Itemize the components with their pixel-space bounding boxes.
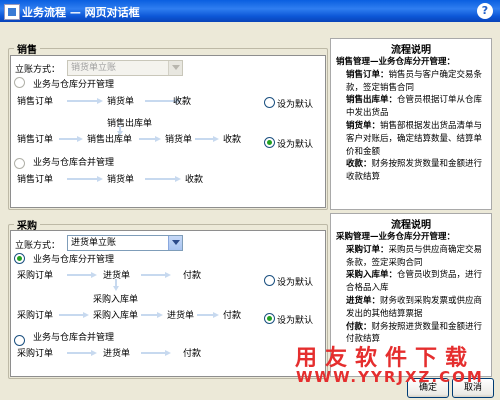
purchase-info-item: 采购订单：采购员与供应商确定交易条款，签定采购合同 [346, 244, 483, 268]
sales-flow1-invoice[interactable]: 销货单 [107, 94, 134, 107]
purchase-separate-radio[interactable] [14, 253, 25, 264]
chevron-down-icon [172, 240, 180, 245]
arrow-right-icon [59, 312, 89, 318]
purchase-flow-panel: 立账方式： 进货单立账 业务与仓库分开管理 采购订单 进货单 付款 设为默认 采… [10, 230, 326, 377]
sales-separate-label: 业务与仓库分开管理 [33, 80, 115, 90]
sales-flow3-order[interactable]: 销售订单 [17, 172, 53, 185]
purchase-info-item: 采购入库单：仓管员收到货品，进行合格品入库 [346, 270, 483, 294]
sales-flow2-outbound-top[interactable]: 销售出库单 [107, 116, 152, 129]
sales-info-heading: 销售管理—业务仓库分开管理： [336, 57, 456, 67]
arrow-right-icon [197, 312, 219, 318]
help-icon[interactable]: ? [477, 3, 493, 19]
purchase-separate-label: 业务与仓库分开管理 [33, 255, 115, 265]
purchase-flow3-order[interactable]: 采购订单 [17, 346, 53, 359]
purchase-flow2-inbound-top[interactable]: 采购入库单 [93, 292, 138, 305]
arrow-right-icon [67, 176, 103, 182]
purchase-flow2-inbound[interactable]: 采购入库单 [93, 308, 138, 321]
arrow-right-icon [141, 350, 171, 356]
sales-info-item: 收款：财务按照发货数量和金额进行收款结算 [346, 159, 483, 183]
window-title: 业务流程 — 网页对话框 [22, 6, 140, 19]
sales-flow2-order[interactable]: 销售订单 [17, 132, 53, 145]
purchase-flow1-order[interactable]: 采购订单 [17, 268, 53, 281]
sales-flow1-default-radio[interactable] [264, 97, 275, 108]
sales-flow3-receipt[interactable]: 收款 [185, 172, 203, 185]
title-bar: 业务流程 — 网页对话框 ? [0, 0, 500, 22]
sales-info-title: 流程说明 [391, 45, 431, 56]
arrow-right-icon [59, 136, 83, 142]
purchase-info-body: 采购管理—业务仓库分开管理： 采购订单：采购员与供应商确定交易条款，签定采购合同… [336, 231, 487, 346]
sales-flow2-invoice[interactable]: 销货单 [165, 132, 192, 145]
arrow-right-icon [67, 272, 97, 278]
sales-flow2-default-label: 设为默认 [277, 140, 314, 150]
purchase-flow2-default-label: 设为默认 [277, 316, 314, 326]
sales-flow1-order[interactable]: 销售订单 [17, 94, 53, 107]
sales-mode-value: 销货单立账 [71, 63, 117, 73]
sales-flow2-receipt[interactable]: 收款 [223, 132, 241, 145]
purchase-flow3-receiving[interactable]: 进货单 [103, 346, 130, 359]
sales-info-body: 销售管理—业务仓库分开管理： 销售订单：销售员与客户确定交易条款，签定销售合同 … [336, 56, 487, 184]
sales-mode-select: 销货单立账 [67, 60, 183, 76]
sales-mode-label: 立账方式： [15, 65, 61, 75]
arrow-right-icon [145, 176, 181, 182]
sales-mode-dropdown-button [168, 61, 182, 75]
purchase-flow1-default-label: 设为默认 [277, 278, 314, 288]
arrow-right-icon [67, 350, 97, 356]
purchase-flow2-receiving[interactable]: 进货单 [167, 308, 194, 321]
purchase-flow2-payment[interactable]: 付款 [223, 308, 241, 321]
watermark-url: WWW.YYRJXZ.COM [296, 368, 484, 386]
purchase-merged-radio[interactable] [14, 335, 25, 346]
purchase-flow2-default-radio[interactable] [264, 313, 275, 324]
purchase-info-title: 流程说明 [391, 220, 431, 231]
purchase-flow1-payment[interactable]: 付款 [183, 268, 201, 281]
arrow-right-icon [139, 136, 161, 142]
sales-group-title: 销售 [14, 41, 40, 56]
purchase-flow2-order[interactable]: 采购订单 [17, 308, 53, 321]
purchase-mode-select[interactable]: 进货单立账 [67, 235, 183, 251]
purchase-info-heading: 采购管理—业务仓库分开管理： [336, 232, 456, 242]
sales-flow1-receipt[interactable]: 收款 [173, 94, 191, 107]
purchase-flow1-default-radio[interactable] [264, 275, 275, 286]
app-icon [4, 4, 20, 20]
sales-merged-radio [14, 158, 25, 169]
sales-info-item: 销售出库单：仓管员根据订单从仓库中发出货品 [346, 95, 483, 119]
purchase-mode-dropdown-button[interactable] [168, 236, 182, 250]
sales-flow2-default-radio[interactable] [264, 137, 275, 148]
purchase-mode-label: 立账方式： [15, 241, 61, 251]
arrow-right-icon [141, 272, 171, 278]
purchase-flow3-payment[interactable]: 付款 [183, 346, 201, 359]
sales-flow2-outbound[interactable]: 销售出库单 [87, 132, 132, 145]
sales-flow3-invoice[interactable]: 销货单 [107, 172, 134, 185]
purchase-mode-value: 进货单立账 [71, 238, 117, 248]
arrow-right-icon [67, 98, 103, 104]
chevron-down-icon [172, 65, 180, 70]
sales-merged-label: 业务与仓库合并管理 [33, 158, 115, 168]
sales-flow1-default-label: 设为默认 [277, 100, 314, 110]
sales-info-panel: 流程说明 销售管理—业务仓库分开管理： 销售订单：销售员与客户确定交易条款，签定… [330, 38, 492, 210]
purchase-info-item: 进货单：财务收到采购发票或供应商发出的其他结算票据 [346, 295, 483, 319]
sales-separate-radio [14, 77, 25, 88]
sales-flow-panel: 立账方式： 销货单立账 业务与仓库分开管理 销售订单 销货单 收款 设为默认 销… [10, 55, 326, 208]
purchase-merged-label: 业务与仓库合并管理 [33, 333, 115, 343]
arrow-right-icon [141, 312, 163, 318]
sales-info-item: 销售订单：销售员与客户确定交易条款，签定销售合同 [346, 69, 483, 93]
arrow-down-icon [113, 279, 119, 291]
sales-info-item: 销货单：销售部根据发出货品清单与客户对账后，确定结算数量、结算单价和金额 [346, 120, 483, 157]
arrow-right-icon [195, 136, 219, 142]
